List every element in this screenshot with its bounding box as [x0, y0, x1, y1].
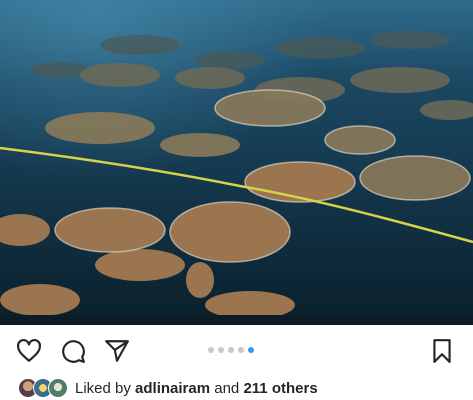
carousel-dot[interactable]: [208, 347, 214, 353]
liker-username[interactable]: adlinairam: [135, 380, 210, 397]
send-icon[interactable]: [104, 338, 130, 364]
likes-text: Liked by adlinairam and 211 others: [75, 379, 318, 397]
carousel-dot-active[interactable]: [248, 347, 254, 353]
comment-icon[interactable]: [60, 338, 86, 364]
carousel-indicator: [208, 347, 254, 355]
others-count[interactable]: 211 others: [243, 380, 317, 397]
action-bar: [0, 325, 473, 375]
instagram-post: Liked by adlinairam and 211 others: [0, 0, 473, 400]
carousel-dot[interactable]: [238, 347, 244, 353]
coral-reef-image: [0, 0, 473, 325]
likes-row: Liked by adlinairam and 211 others: [18, 377, 318, 399]
liker-avatars[interactable]: [18, 378, 68, 398]
carousel-dot[interactable]: [228, 347, 234, 353]
avatar: [48, 378, 68, 398]
carousel-dot[interactable]: [218, 347, 224, 353]
bookmark-icon[interactable]: [429, 338, 455, 364]
heart-icon[interactable]: [16, 338, 42, 364]
post-photo[interactable]: [0, 0, 473, 325]
